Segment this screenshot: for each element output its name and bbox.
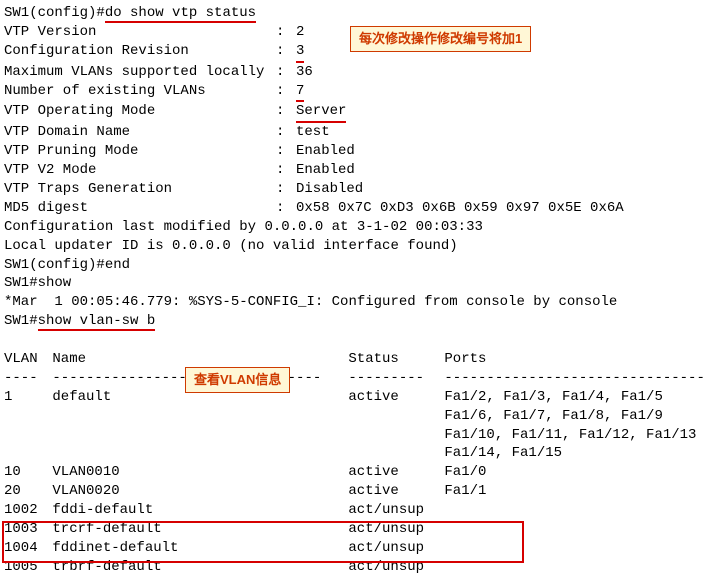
cell-vlan: 1003 (4, 520, 44, 539)
colon: : (276, 161, 296, 180)
value: 0x58 0x7C 0xD3 0x6B 0x59 0x97 0x5E 0x6A (296, 199, 624, 218)
table-row: 1005 trbrf-defaultact/unsup (4, 558, 717, 577)
cell-ports: Fa1/2, Fa1/3, Fa1/4, Fa1/5 (444, 388, 662, 407)
vtp-mode-row: VTP Operating Mode: Server (4, 102, 717, 123)
cell-vlan: 1005 (4, 558, 44, 577)
colon: : (276, 82, 296, 103)
table-row: 20 VLAN0020activeFa1/1 (4, 482, 717, 501)
cell-ports: Fa1/1 (444, 482, 486, 501)
label: VTP Version (4, 23, 276, 42)
value: 2 (296, 23, 304, 42)
callout-revision-note: 每次修改操作修改编号将加1 (350, 26, 531, 52)
cell-ports: Fa1/10, Fa1/11, Fa1/12, Fa1/13 (444, 426, 696, 445)
cell-name: fddi-default (52, 501, 348, 520)
command-text: show vlan-sw b (38, 313, 156, 331)
cell-status: active (348, 388, 444, 407)
table-row: 1003 trcrf-defaultact/unsup (4, 520, 717, 539)
cell-status: active (348, 482, 444, 501)
vtp-traps-row: VTP Traps Generation: Disabled (4, 180, 717, 199)
value: Server (296, 102, 346, 123)
cli-end-line: SW1(config)#end (4, 256, 717, 275)
callout-vlan-info: 查看VLAN信息 (185, 367, 290, 393)
colon: : (276, 142, 296, 161)
colon: : (276, 123, 296, 142)
command-text: do show vtp status (105, 5, 256, 23)
cfg-last-line: Configuration last modified by 0.0.0.0 a… (4, 218, 717, 237)
label: VTP Domain Name (4, 123, 276, 142)
label: VTP Pruning Mode (4, 142, 276, 161)
updater-line: Local updater ID is 0.0.0.0 (no valid in… (4, 237, 717, 256)
sep-vlan: ---- (4, 369, 44, 388)
vtp-v2-row: VTP V2 Mode: Enabled (4, 161, 717, 180)
cell-name: VLAN0020 (52, 482, 348, 501)
value: Enabled (296, 161, 355, 180)
vtp-numvlan-row: Number of existing VLANs: 7 (4, 82, 717, 103)
cell-vlan: 1 (4, 388, 44, 407)
prompt: SW1(config)# (4, 5, 105, 21)
colon: : (276, 23, 296, 42)
blank-line (4, 331, 717, 350)
cell-vlan: 1002 (4, 501, 44, 520)
cell-vlan: 1004 (4, 539, 44, 558)
vtp-maxvlan-row: Maximum VLANs supported locally: 36 (4, 63, 717, 82)
vtp-domain-row: VTP Domain Name: test (4, 123, 717, 142)
col-vlan: VLAN (4, 350, 44, 369)
value: Disabled (296, 180, 363, 199)
vtp-md5-row: MD5 digest: 0x58 0x7C 0xD3 0x6B 0x59 0x9… (4, 199, 717, 218)
value: 7 (296, 82, 304, 103)
cell-name: trbrf-default (52, 558, 348, 577)
value: test (296, 123, 330, 142)
sep-status: --------- (348, 369, 444, 388)
cli-show-line: SW1#show (4, 274, 717, 293)
table-row-continuation: Fa1/6, Fa1/7, Fa1/8, Fa1/9 (4, 407, 717, 426)
label: Configuration Revision (4, 42, 276, 63)
table-row-continuation: Fa1/14, Fa1/15 (4, 444, 717, 463)
cell-status: act/unsup (348, 558, 444, 577)
table-row: 1 defaultactiveFa1/2, Fa1/3, Fa1/4, Fa1/… (4, 388, 717, 407)
table-row-continuation: Fa1/10, Fa1/11, Fa1/12, Fa1/13 (4, 426, 717, 445)
value: 36 (296, 63, 313, 82)
col-ports: Ports (444, 350, 486, 369)
value: Enabled (296, 142, 355, 161)
cell-ports: Fa1/0 (444, 463, 486, 482)
col-status: Status (348, 350, 444, 369)
cell-name: trcrf-default (52, 520, 348, 539)
cli-show-vlan-line: SW1#show vlan-sw b (4, 312, 717, 331)
table-row: 10 VLAN0010activeFa1/0 (4, 463, 717, 482)
label: VTP V2 Mode (4, 161, 276, 180)
colon: : (276, 102, 296, 123)
label: VTP Operating Mode (4, 102, 276, 123)
cell-status: act/unsup (348, 520, 444, 539)
cell-ports: Fa1/6, Fa1/7, Fa1/8, Fa1/9 (444, 407, 662, 426)
colon: : (276, 42, 296, 63)
value: 3 (296, 42, 304, 63)
prompt: SW1# (4, 313, 38, 329)
colon: : (276, 180, 296, 199)
cell-status: act/unsup (348, 539, 444, 558)
table-row: 1002 fddi-defaultact/unsup (4, 501, 717, 520)
cell-vlan: 10 (4, 463, 44, 482)
cell-status: active (348, 463, 444, 482)
colon: : (276, 199, 296, 218)
cell-name: fddinet-default (52, 539, 348, 558)
label: VTP Traps Generation (4, 180, 276, 199)
label: Number of existing VLANs (4, 82, 276, 103)
cell-status: act/unsup (348, 501, 444, 520)
sep-ports: ------------------------------- (444, 369, 704, 388)
cli-line-do-show-vtp: SW1(config)#do show vtp status (4, 4, 717, 23)
vlan-table-header: VLAN NameStatusPorts (4, 350, 717, 369)
colon: : (276, 63, 296, 82)
cell-ports: Fa1/14, Fa1/15 (444, 444, 562, 463)
syslog-line: *Mar 1 00:05:46.779: %SYS-5-CONFIG_I: Co… (4, 293, 717, 312)
vlan-table-body: 1 defaultactiveFa1/2, Fa1/3, Fa1/4, Fa1/… (4, 388, 717, 577)
vtp-pruning-row: VTP Pruning Mode: Enabled (4, 142, 717, 161)
table-row: 1004 fddinet-defaultact/unsup (4, 539, 717, 558)
label: Maximum VLANs supported locally (4, 63, 276, 82)
vlan-table-sep: ---- -----------------------------------… (4, 369, 717, 388)
cell-vlan: 20 (4, 482, 44, 501)
cell-name: VLAN0010 (52, 463, 348, 482)
label: MD5 digest (4, 199, 276, 218)
